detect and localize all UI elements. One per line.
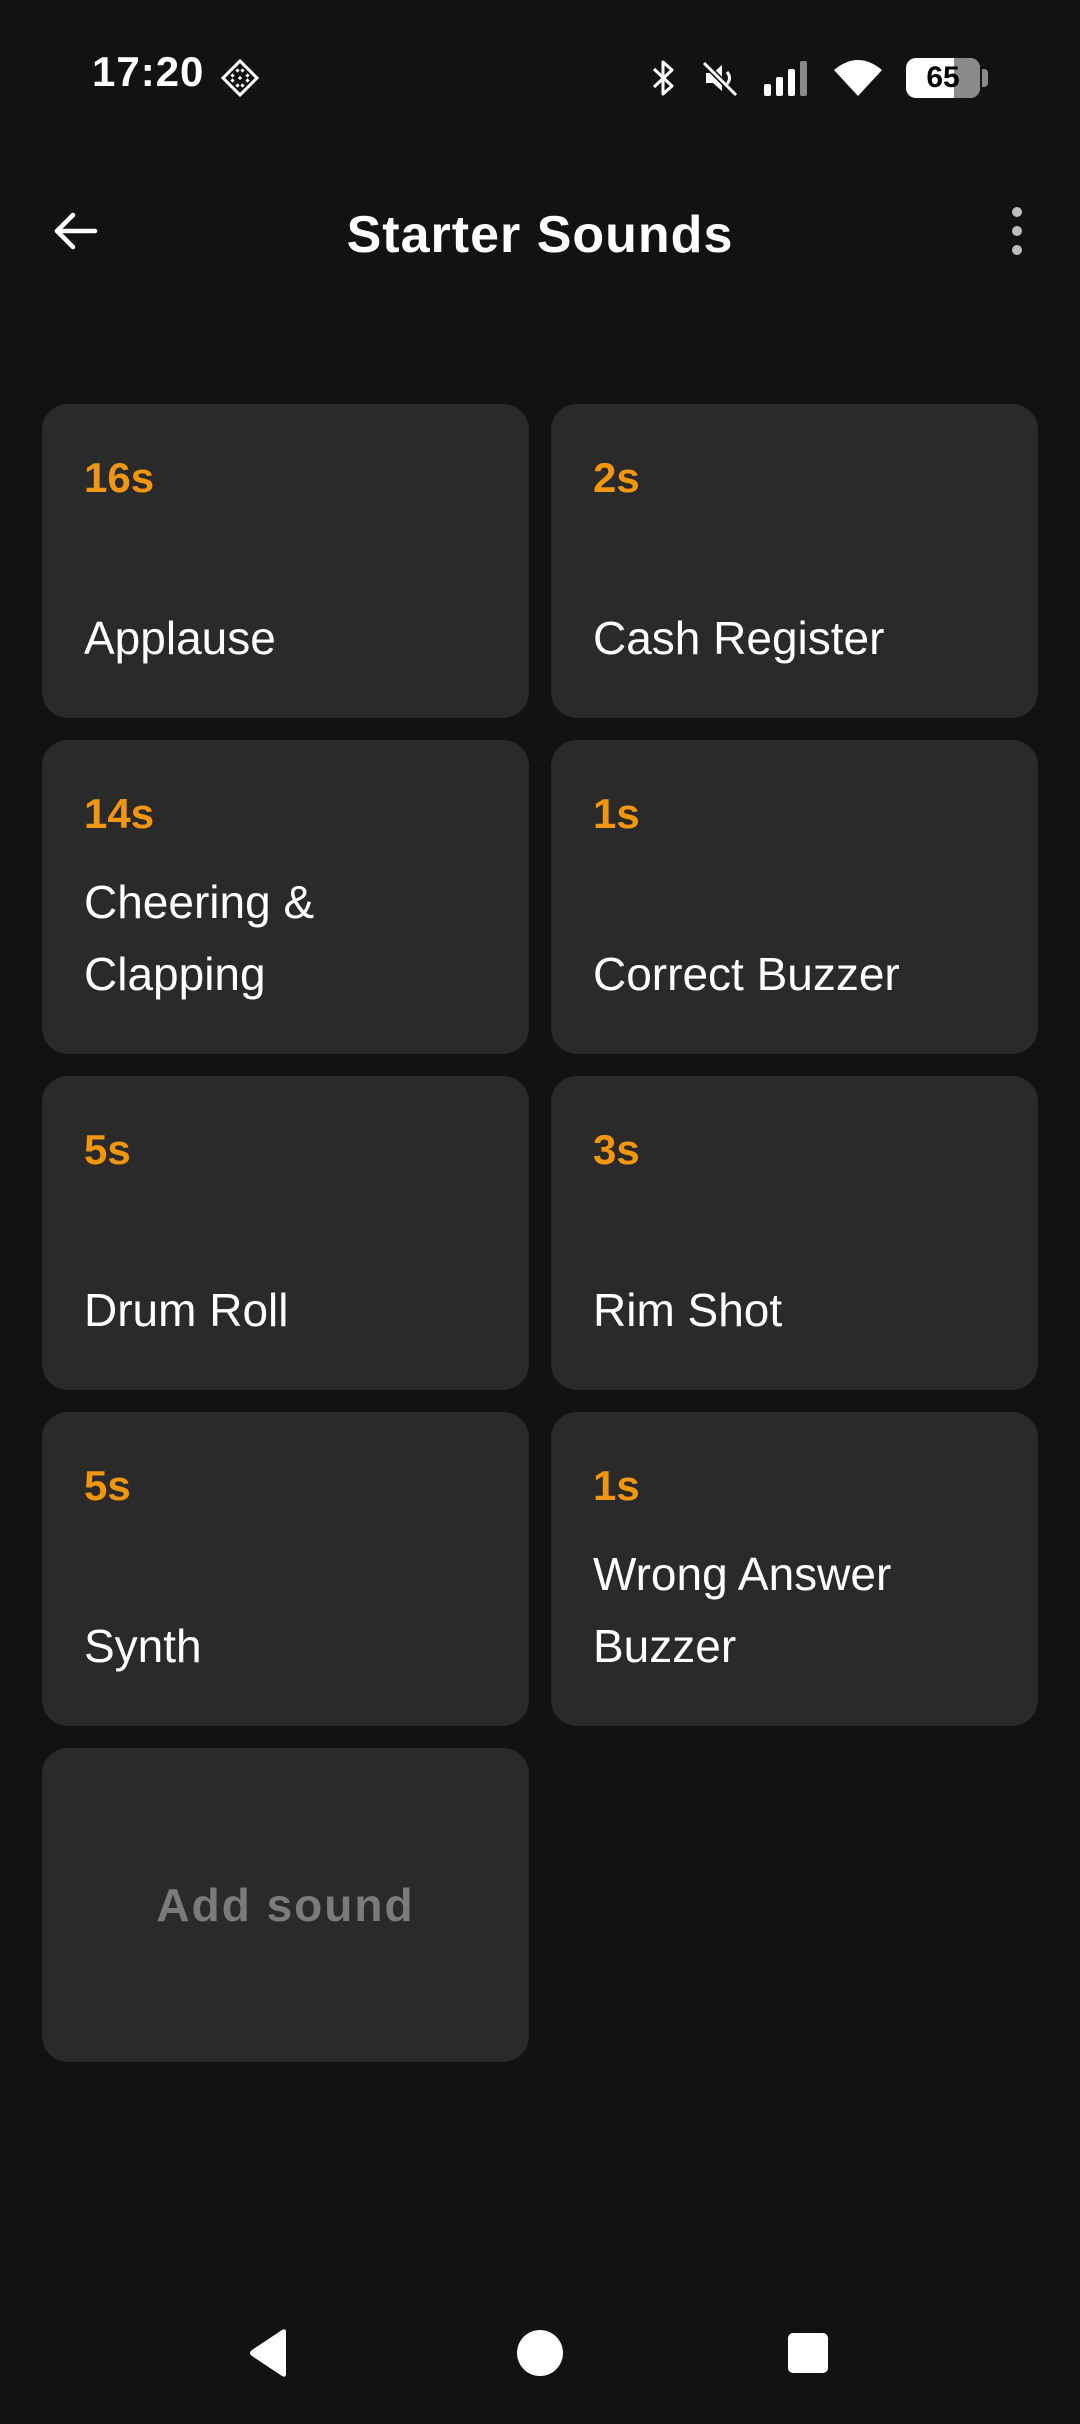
sound-duration: 2s	[593, 454, 640, 501]
sound-tile[interactable]: 1s Wrong Answer Buzzer	[551, 1412, 1038, 1726]
home-circle-icon	[516, 2329, 564, 2382]
back-triangle-icon	[246, 2328, 292, 2383]
sound-tile[interactable]: 5s Synth	[42, 1412, 529, 1726]
sound-name: Drum Roll	[84, 1284, 289, 1336]
recents-square-icon	[787, 2332, 829, 2379]
sound-tile[interactable]: 5s Drum Roll	[42, 1076, 529, 1390]
add-sound-label: Add sound	[156, 1879, 415, 1931]
battery-level: 65	[926, 61, 960, 94]
add-sound-button[interactable]: Add sound	[42, 1748, 529, 2062]
sound-duration: 3s	[593, 1126, 640, 1173]
sound-tile[interactable]: 1s Correct Buzzer	[551, 740, 1038, 1054]
sound-duration: 16s	[84, 454, 155, 501]
sound-tile[interactable]: 2s Cash Register	[551, 404, 1038, 718]
signal-icon	[762, 58, 810, 98]
sound-duration: 5s	[84, 1462, 131, 1509]
sound-tile[interactable]: 3s Rim Shot	[551, 1076, 1038, 1390]
status-time: 17:20	[92, 48, 205, 95]
overflow-menu-button[interactable]	[984, 200, 1050, 266]
battery-icon: 65	[906, 58, 988, 98]
sound-name: Synth	[84, 1620, 202, 1672]
sound-name: Cheering & Clapping	[84, 876, 315, 1000]
nav-recents-button[interactable]	[773, 2320, 843, 2390]
bluetooth-icon	[650, 58, 678, 98]
sound-name: Wrong Answer Buzzer	[593, 1548, 892, 1672]
status-bar: 17:20 65	[0, 0, 1080, 150]
page-title: Starter Sounds	[346, 206, 734, 264]
sound-name: Rim Shot	[593, 1284, 783, 1336]
wifi-icon	[832, 58, 884, 98]
sound-name: Correct Buzzer	[593, 948, 900, 1000]
sound-duration: 1s	[593, 1462, 640, 1509]
nav-back-button[interactable]	[234, 2320, 304, 2390]
nav-home-button[interactable]	[505, 2320, 575, 2390]
diamond-app-icon	[220, 58, 260, 98]
system-nav-bar	[0, 2294, 1080, 2424]
sound-tile[interactable]: 14s Cheering & Clapping	[42, 740, 529, 1054]
sound-duration: 14s	[84, 790, 155, 837]
sound-name: Cash Register	[593, 612, 885, 664]
mute-icon	[700, 58, 740, 98]
sound-name: Applause	[84, 612, 276, 664]
sound-tile[interactable]: 16s Applause	[42, 404, 529, 718]
sound-duration: 1s	[593, 790, 640, 837]
sound-grid: 16s Applause 2s Cash Register 14s Cheeri…	[42, 404, 1038, 2062]
app-bar: Starter Sounds	[0, 170, 1080, 300]
more-vertical-icon	[1009, 205, 1025, 262]
sound-duration: 5s	[84, 1126, 131, 1173]
